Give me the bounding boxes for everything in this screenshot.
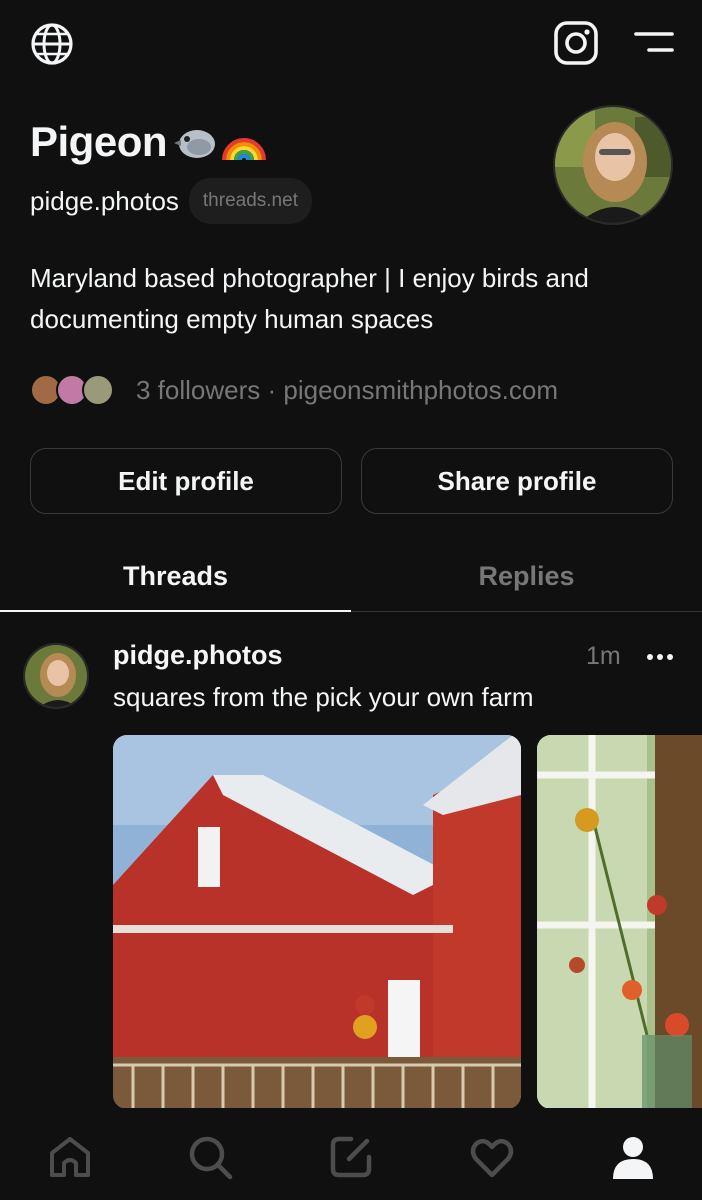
active-tab-indicator xyxy=(0,610,351,612)
post-text: squares from the pick your own farm xyxy=(113,682,534,712)
display-name-text: Pigeon xyxy=(30,118,168,165)
profile-icon xyxy=(613,1137,653,1179)
post-username[interactable]: pidge.photos xyxy=(113,640,282,671)
domain-badge[interactable]: threads.net xyxy=(188,178,312,224)
nav-activity[interactable] xyxy=(467,1132,517,1182)
profile-bio: Maryland based photographer | I enjoy bi… xyxy=(30,258,680,340)
pigeon-emoji-icon xyxy=(174,130,216,158)
post-image-flowers[interactable] xyxy=(537,735,702,1109)
nav-home[interactable] xyxy=(45,1132,95,1182)
compose-icon xyxy=(330,1136,372,1178)
followers-link-text[interactable]: 3 followers · pigeonsmithphotos.com xyxy=(136,375,558,406)
nav-profile[interactable] xyxy=(608,1132,658,1182)
nav-compose[interactable] xyxy=(326,1132,376,1182)
follower-avatar xyxy=(82,374,114,406)
rainbow-emoji-icon xyxy=(222,138,267,161)
post-avatar[interactable] xyxy=(23,643,89,709)
tab-threads[interactable]: Threads xyxy=(0,540,351,612)
top-bar xyxy=(0,0,702,90)
instagram-icon[interactable] xyxy=(553,20,599,66)
home-icon xyxy=(50,1137,90,1177)
profile-avatar[interactable] xyxy=(553,105,673,225)
menu-icon[interactable] xyxy=(633,28,675,58)
display-name: Pigeon xyxy=(30,118,267,166)
globe-icon[interactable] xyxy=(30,22,74,66)
followers-row[interactable]: 3 followers · pigeonsmithphotos.com xyxy=(30,370,558,410)
share-profile-button[interactable]: Share profile xyxy=(361,448,673,514)
edit-profile-button[interactable]: Edit profile xyxy=(30,448,342,514)
heart-icon xyxy=(470,1138,514,1178)
profile-tabs: Threads Replies xyxy=(0,540,702,612)
nav-search[interactable] xyxy=(185,1132,235,1182)
bio-line-1: Maryland based photographer | I enjoy bi… xyxy=(30,263,589,293)
post-image-red-barn[interactable] xyxy=(113,735,521,1109)
profile-handle: pidge.photos xyxy=(30,185,179,216)
more-options-icon[interactable] xyxy=(646,650,674,664)
search-icon xyxy=(189,1136,233,1180)
follower-avatars xyxy=(30,372,122,408)
tab-replies[interactable]: Replies xyxy=(351,540,702,612)
post-timestamp: 1m xyxy=(586,642,621,670)
bottom-nav xyxy=(0,1108,702,1200)
bio-line-2: documenting empty human spaces xyxy=(30,304,434,334)
handle-row: pidge.photos threads.net xyxy=(30,178,312,224)
